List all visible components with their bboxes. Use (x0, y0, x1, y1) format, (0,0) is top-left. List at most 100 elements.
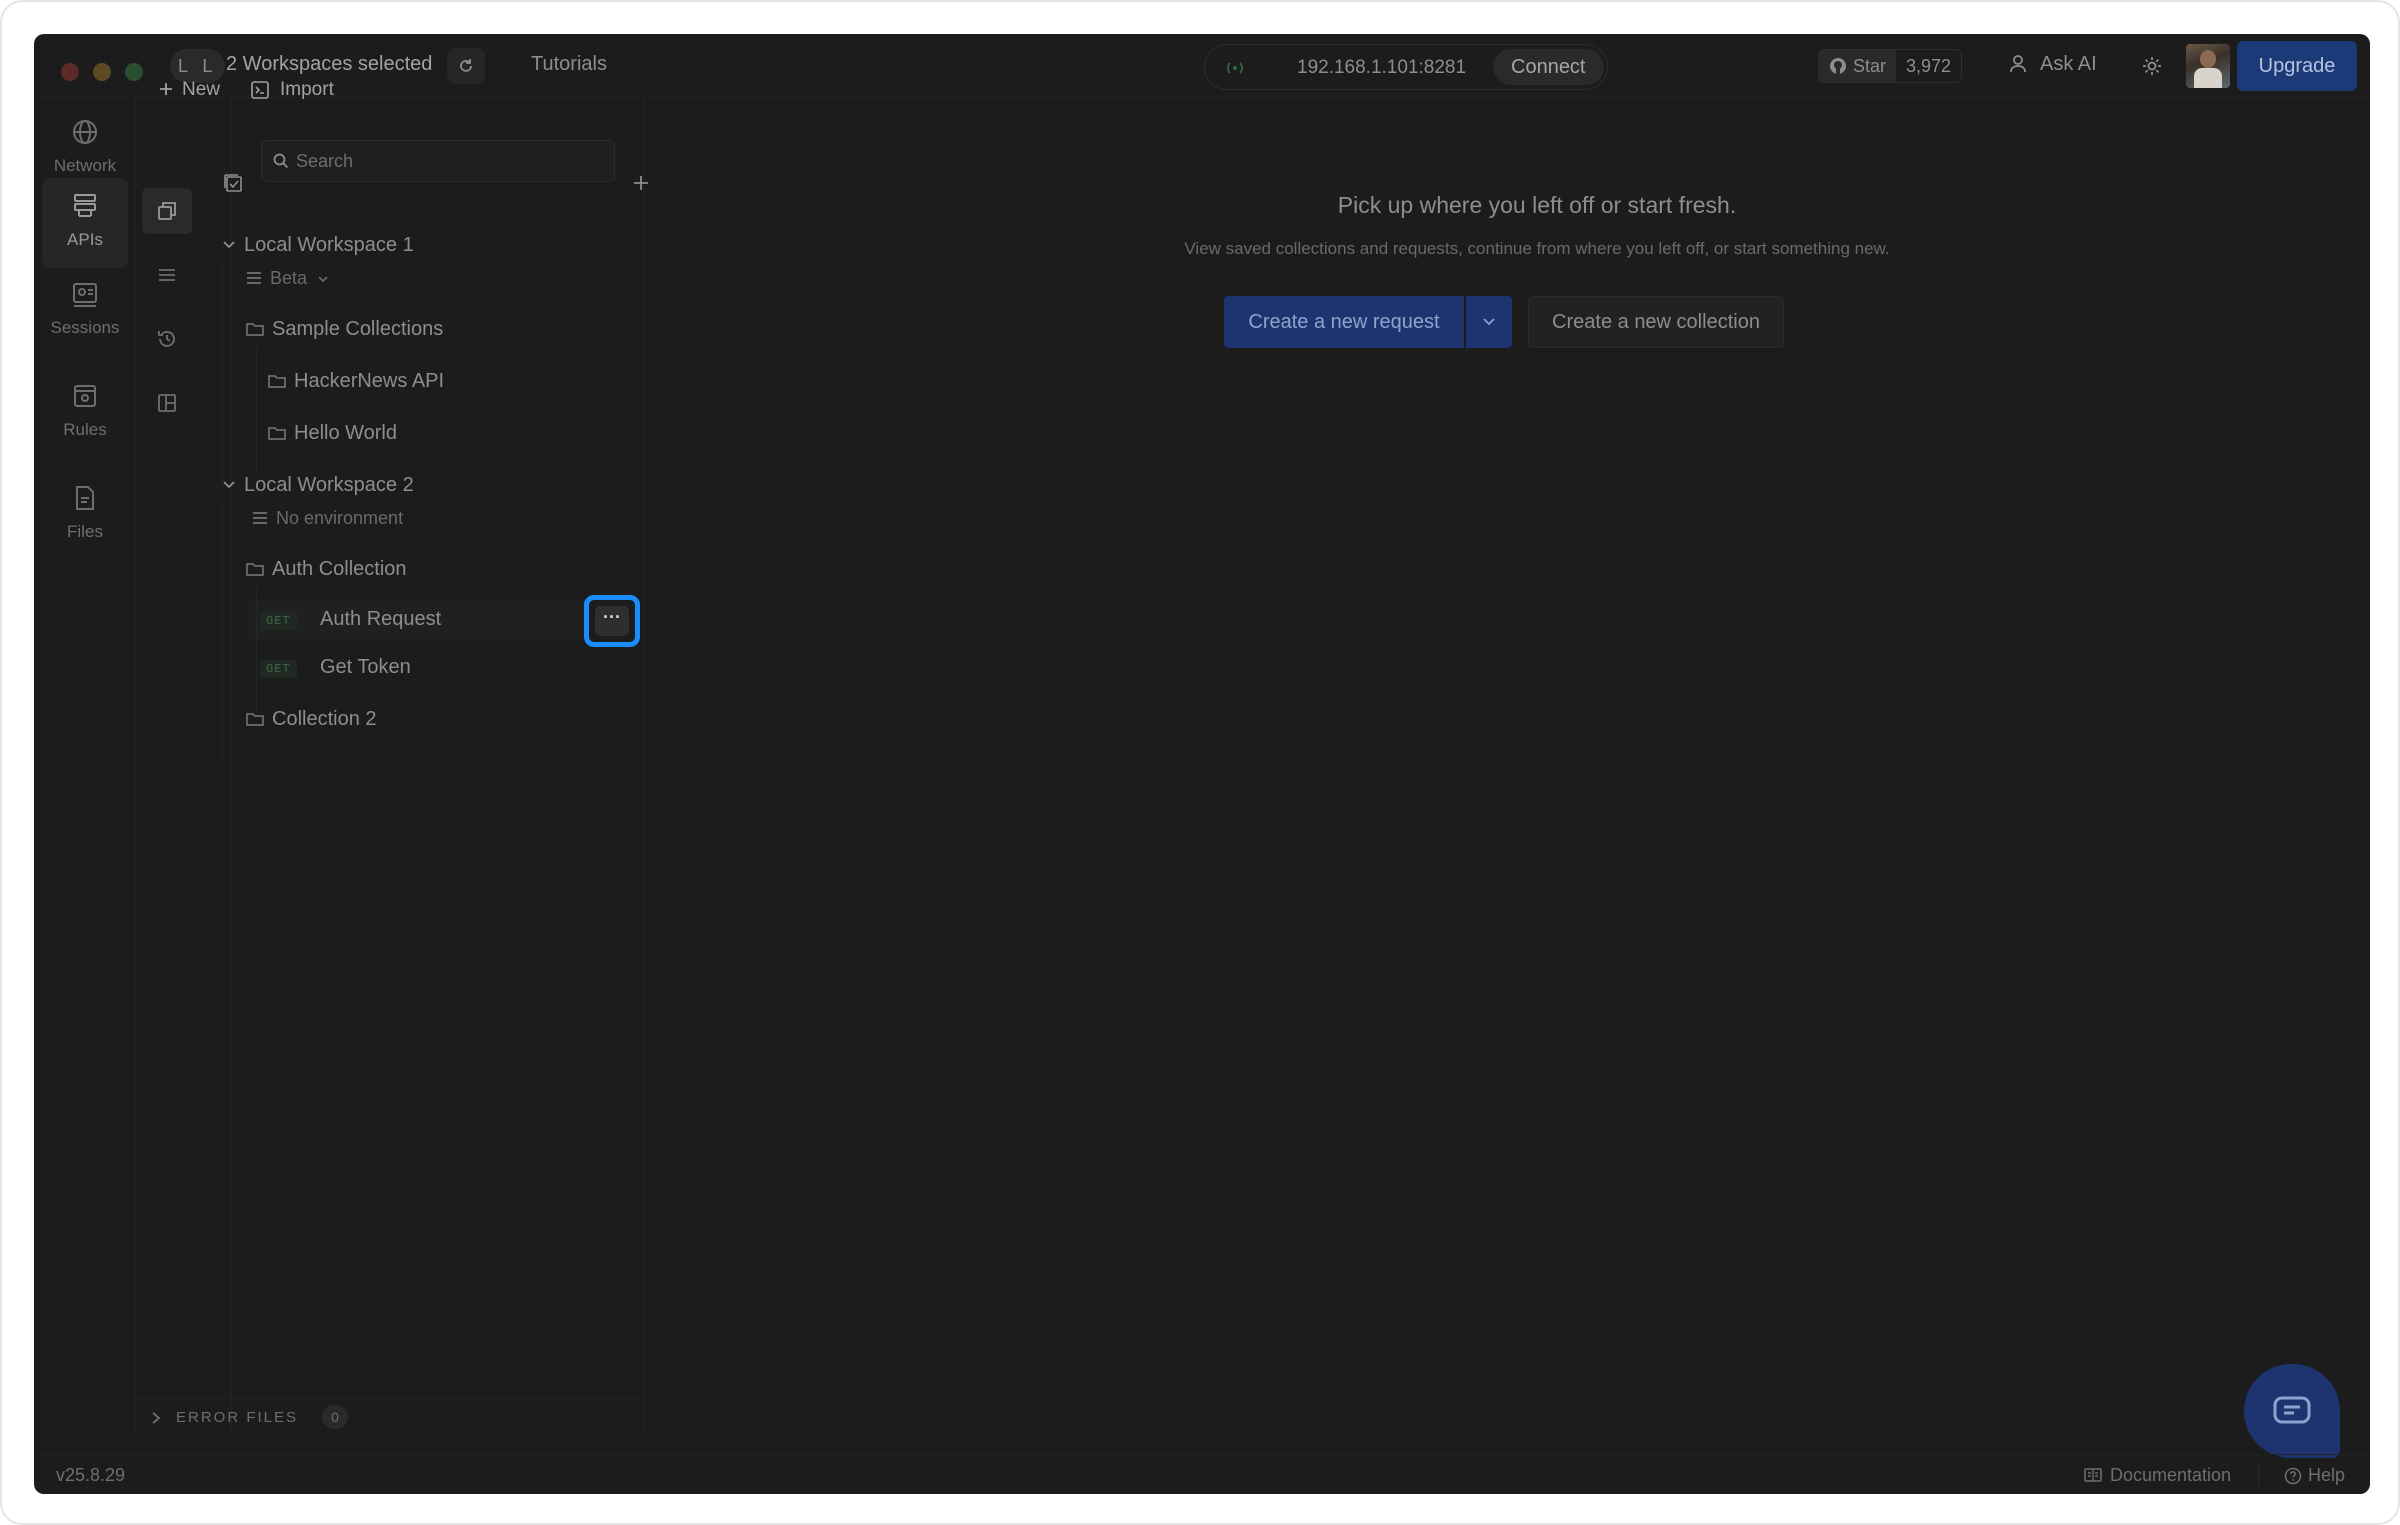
folder-icon (268, 375, 286, 388)
collection-sample-collections[interactable]: Sample Collections (246, 318, 443, 341)
files-icon (76, 486, 94, 510)
folder-icon (268, 427, 286, 440)
collections-tab[interactable] (142, 188, 192, 234)
documentation-label: Documentation (2110, 1465, 2232, 1485)
help-label: Help (2308, 1465, 2346, 1485)
folder-icon (246, 713, 264, 726)
terminal-icon (251, 81, 269, 99)
rail-item-label: Network (53, 156, 117, 175)
list-icon (159, 269, 175, 281)
create-collection-button[interactable]: Create a new collection (1528, 296, 1784, 348)
collection-hello-world[interactable]: Hello World (268, 422, 397, 445)
request-auth-request[interactable]: Auth Request (320, 608, 441, 631)
github-star-label: Star (1819, 50, 1897, 82)
method-badge: GET (260, 612, 297, 630)
tree-guide (256, 586, 257, 714)
footer-divider (2258, 1463, 2259, 1487)
secondary-icon-column (136, 98, 232, 1430)
documentation-link[interactable]: Documentation (2084, 1465, 2231, 1486)
chat-icon (2273, 1396, 2311, 1424)
rail-item-files[interactable]: Files (42, 470, 128, 560)
error-files-count: 0 (322, 1405, 348, 1429)
workspace-2-environment[interactable]: No environment (252, 508, 403, 529)
collection-collection-2[interactable]: Collection 2 (246, 708, 377, 731)
environments-tab[interactable] (142, 252, 192, 298)
sessions-icon (73, 283, 97, 307)
ask-ai-button[interactable]: Ask AI (2008, 53, 2097, 76)
rail-item-rules[interactable]: Rules (42, 368, 128, 458)
gear-icon[interactable] (2140, 54, 2164, 78)
search-box[interactable] (261, 140, 615, 182)
minimize-window-button[interactable] (93, 63, 111, 81)
star-count: 3,972 (1906, 56, 1952, 76)
chevron-down-icon (223, 481, 235, 489)
chevron-down-icon (318, 276, 328, 283)
chat-support-button[interactable] (2244, 1364, 2340, 1458)
ask-ai-label: Ask AI (2040, 53, 2097, 75)
avatar[interactable] (2186, 44, 2230, 88)
collection-hackernews-api[interactable]: HackerNews API (268, 370, 444, 393)
rail-item-sessions[interactable]: Sessions (42, 266, 128, 356)
chevron-down-icon (1483, 318, 1495, 326)
new-label: New (182, 79, 221, 100)
workspace-selector[interactable]: 2 Workspaces selected (226, 53, 432, 76)
workspace-2-name: Local Workspace 2 (244, 474, 414, 496)
workspace-avatars[interactable]: L L (170, 49, 226, 83)
upgrade-button[interactable]: Upgrade (2237, 41, 2357, 91)
refresh-button[interactable] (447, 48, 485, 84)
history-tab[interactable] (142, 316, 192, 362)
environment-label: No environment (276, 508, 404, 528)
add-icon[interactable] (632, 174, 650, 192)
screen-frame: L L 2 Workspaces selected Tutorials 192.… (0, 0, 2400, 1525)
close-window-button[interactable] (61, 63, 79, 81)
layout-tab[interactable] (142, 380, 192, 426)
plus-icon (160, 83, 172, 95)
request-get-token[interactable]: Get Token (320, 656, 411, 679)
request-name: Auth Request (320, 608, 442, 630)
avatar-body (2194, 68, 2222, 88)
history-icon (158, 331, 175, 347)
collection-name: Hello World (294, 422, 397, 444)
github-star-button[interactable]: Star 3,972 (1818, 49, 1963, 83)
top-bar: L L 2 Workspaces selected Tutorials 192.… (34, 34, 2370, 98)
connection-address: 192.168.1.101:8281 (1297, 57, 1467, 78)
tree-guide (222, 262, 223, 486)
chevron-down-icon (223, 241, 235, 249)
request-name: Get Token (320, 656, 411, 678)
tutorials-link[interactable]: Tutorials (531, 53, 607, 76)
select-all-icon[interactable] (222, 172, 244, 194)
star-text: Star (1853, 56, 1887, 76)
search-icon (273, 153, 289, 169)
error-files-label: ERROR FILES (176, 1409, 299, 1426)
rail-item-label: Files (67, 522, 103, 541)
workspace-2-header[interactable]: Local Workspace 2 (222, 474, 414, 497)
collection-name: HackerNews API (294, 370, 445, 392)
maximize-window-button[interactable] (125, 63, 143, 81)
more-options-button[interactable]: ··· (584, 595, 640, 647)
error-files-section[interactable]: ERROR FILES 0 (136, 1398, 644, 1442)
connect-button[interactable]: Connect (1493, 49, 1604, 85)
import-label: Import (280, 79, 334, 100)
rail-item-label: APIs (67, 230, 103, 249)
folder-open-icon (246, 563, 264, 576)
create-request-dropdown[interactable] (1466, 296, 1512, 348)
workspace-1-environment[interactable]: Beta (246, 268, 328, 289)
rail-item-apis[interactable]: APIs (42, 178, 128, 268)
ai-assistant-icon (2010, 55, 2026, 73)
collection-name: Auth Collection (272, 558, 407, 580)
method-badge: GET (260, 660, 297, 678)
create-request-button[interactable]: Create a new request (1224, 296, 1464, 348)
environment-label: Beta (270, 268, 308, 288)
search-input[interactable] (296, 149, 596, 173)
app-window: L L 2 Workspaces selected Tutorials 192.… (34, 34, 2370, 1494)
new-button[interactable]: New (158, 79, 220, 101)
folder-icon (246, 323, 264, 336)
tree-guide (222, 502, 223, 762)
avatar-head (2200, 50, 2216, 68)
collection-auth-collection[interactable]: Auth Collection (246, 558, 407, 581)
workspace-1-header[interactable]: Local Workspace 1 (222, 234, 414, 257)
tree-guide (256, 346, 257, 474)
help-link[interactable]: Help (2284, 1465, 2345, 1486)
book-icon (2084, 1468, 2102, 1482)
page-title: Pick up where you left off or start fres… (1337, 192, 1737, 218)
